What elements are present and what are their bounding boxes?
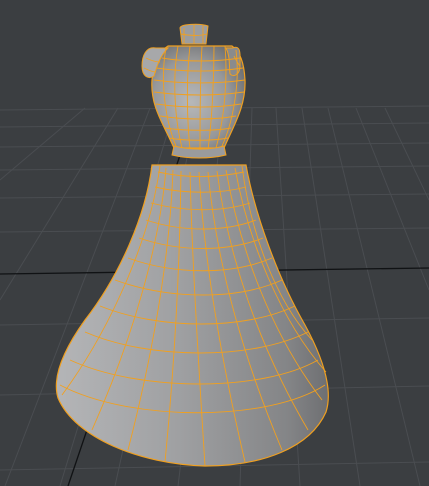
viewport-canvas[interactable]: [0, 0, 429, 486]
3d-viewport[interactable]: [0, 0, 429, 486]
